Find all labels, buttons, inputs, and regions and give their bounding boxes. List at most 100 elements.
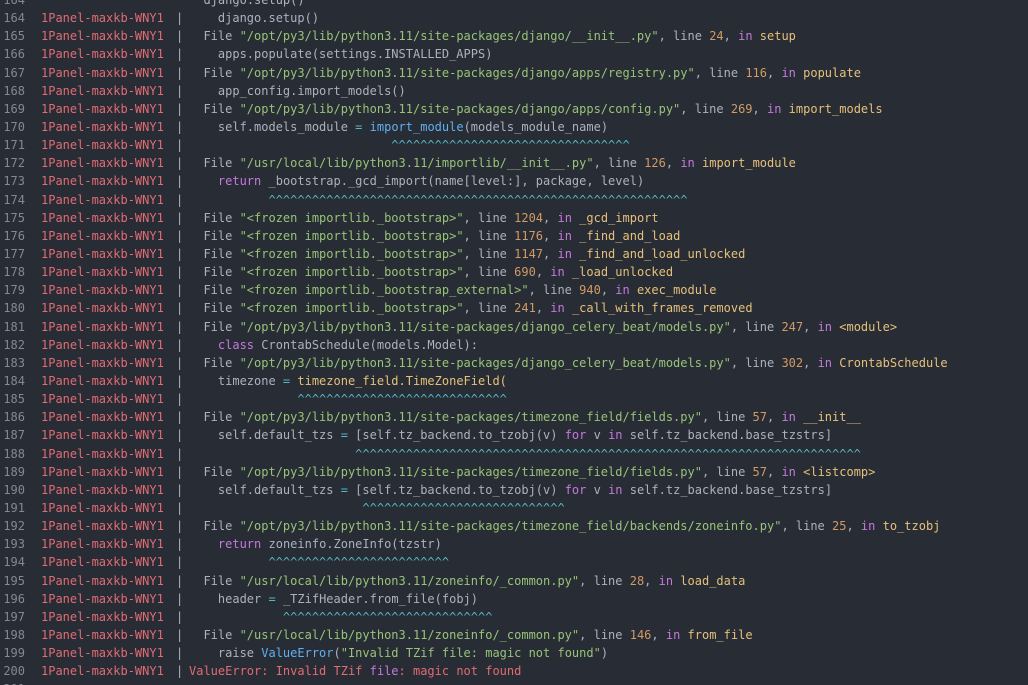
log-line: 189 1Panel-maxkb-WNY1 | File "/opt/py3/lib… [0,463,1028,481]
line-number: 199 [3,646,25,661]
container-name: 1Panel-maxkb-WNY1 [41,591,164,606]
container-name: 1Panel-maxkb-WNY1 [41,500,164,515]
log-line: 182 1Panel-maxkb-WNY1 | class CrontabSched… [0,336,1028,354]
log-line: 183 1Panel-maxkb-WNY1 | File "/opt/py3/lib… [0,354,1028,372]
log-line: 186 1Panel-maxkb-WNY1 | File "/opt/py3/lib… [0,408,1028,426]
container-name: 1Panel-maxkb-WNY1 [41,464,164,479]
line-number: 197 [3,609,25,624]
container-name: 1Panel-maxkb-WNY1 [41,83,164,98]
line-number: 180 [3,301,25,316]
log-message: File "/opt/py3/lib/python3.11/site-packa… [189,355,948,370]
log-message: ^^^^^^^^^^^^^^^^^^^^^^^^^^^^^ [189,609,493,624]
container-name: 1Panel-maxkb-WNY1 [41,609,164,624]
log-line: 197 1Panel-maxkb-WNY1 | ^^^^^^^^^^^^^^^^^^… [0,608,1028,626]
log-line: 201 [0,680,1028,685]
log-message: ^^^^^^^^^^^^^^^^^^^^^^^^^^^^ [189,500,565,515]
log-line: 196 1Panel-maxkb-WNY1 | header = _TZifHead… [0,590,1028,608]
log-message: app_config.import_models() [189,83,406,98]
line-number: 200 [3,664,25,679]
line-number: 164 [3,0,25,7]
line-number: 191 [3,500,25,515]
container-name: 1Panel-maxkb-WNY1 [41,246,164,261]
log-separator: | [176,192,184,207]
log-separator: | [176,246,184,261]
log-message: File "<frozen importlib._bootstrap_exter… [189,283,717,298]
container-name: 1Panel-maxkb-WNY1 [41,373,164,388]
line-number: 188 [3,446,25,461]
line-number: 172 [3,156,25,171]
line-number: 173 [3,174,25,189]
log-separator: | [176,319,184,334]
line-number: 182 [3,337,25,352]
log-message: File "<frozen importlib._bootstrap>", li… [189,210,659,225]
log-separator: | [176,174,184,189]
log-separator: | [176,519,184,534]
log-separator: | [176,573,184,588]
line-number: 181 [3,319,25,334]
container-name: 1Panel-maxkb-WNY1 [41,392,164,407]
log-line: 185 1Panel-maxkb-WNY1 | ^^^^^^^^^^^^^^^^^^… [0,390,1028,408]
line-number: 194 [3,555,25,570]
container-name: 1Panel-maxkb-WNY1 [41,410,164,425]
log-separator [176,0,189,9]
log-message: return _bootstrap._gcd_import(name[level… [217,174,645,189]
container-name: 1Panel-maxkb-WNY1 [41,65,164,80]
log-message: timezone = timezone_field.TimeZoneField( [189,373,507,388]
log-separator: | [176,392,184,407]
log-separator: | [176,373,184,388]
log-line: 169 1Panel-maxkb-WNY1 | File "/opt/py3/lib… [0,100,1028,118]
line-number: 187 [3,428,25,443]
log-lines: 164 django.setup() 164 1Panel-maxkb-WNY1 | … [0,0,1028,685]
log-separator: | [176,283,184,298]
log-message: File "<frozen importlib._bootstrap>", li… [189,301,753,316]
line-number: 183 [3,355,25,370]
line-number: 164 [3,11,25,26]
log-message: self.default_tzs = [self.tz_backend.to_t… [189,482,833,497]
container-name [25,0,176,9]
log-line: 188 1Panel-maxkb-WNY1 | ^^^^^^^^^^^^^^^^^^… [0,445,1028,463]
log-message: raise ValueError("Invalid TZif file: mag… [189,646,609,661]
log-message: class CrontabSchedule(models.Model): [217,337,478,352]
terminal-log-view[interactable]: 164 django.setup() 164 1Panel-maxkb-WNY1 | … [0,0,1028,685]
log-line: 195 1Panel-maxkb-WNY1 | File "/usr/local/l… [0,572,1028,590]
line-number: 177 [3,246,25,261]
log-separator: | [176,428,184,443]
line-number: 175 [3,210,25,225]
log-message: django.setup() [189,11,320,26]
line-number: 179 [3,283,25,298]
container-name: 1Panel-maxkb-WNY1 [41,428,164,443]
line-number: 165 [3,29,25,44]
log-separator: | [176,555,184,570]
log-message: File "<frozen importlib._bootstrap>", li… [189,265,674,280]
line-number: 168 [3,83,25,98]
log-separator: | [176,138,184,153]
container-name: 1Panel-maxkb-WNY1 [41,119,164,134]
log-message: ^^^^^^^^^^^^^^^^^^^^^^^^^^^^^^^^^^^^^^^^… [189,192,688,207]
log-separator: | [176,664,184,679]
log-message: File "/usr/local/lib/python3.11/importli… [189,156,796,171]
container-name: 1Panel-maxkb-WNY1 [41,210,164,225]
line-number: 195 [3,573,25,588]
log-line: 174 1Panel-maxkb-WNY1 | ^^^^^^^^^^^^^^^^^^… [0,191,1028,209]
log-message: django.setup() [203,0,305,7]
log-message: File "<frozen importlib._bootstrap>", li… [189,246,746,261]
container-name: 1Panel-maxkb-WNY1 [41,555,164,570]
log-separator: | [176,47,184,62]
container-name: 1Panel-maxkb-WNY1 [41,319,164,334]
log-message: File "/opt/py3/lib/python3.11/site-packa… [189,410,861,425]
line-number: 185 [3,392,25,407]
log-line: 184 1Panel-maxkb-WNY1 | timezone = timezon… [0,372,1028,390]
log-message: File "/opt/py3/lib/python3.11/site-packa… [189,519,941,534]
line-number: 189 [3,464,25,479]
log-message: File "/opt/py3/lib/python3.11/site-packa… [189,464,876,479]
line-number: 190 [3,482,25,497]
log-line: 175 1Panel-maxkb-WNY1 | File "<frozen impo… [0,209,1028,227]
log-line: 179 1Panel-maxkb-WNY1 | File "<frozen impo… [0,281,1028,299]
line-number: 166 [3,47,25,62]
log-line: 164 django.setup() [0,0,1028,9]
log-separator: | [176,156,184,171]
log-message: header = _TZifHeader.from_file(fobj) [189,591,479,606]
log-separator: | [176,29,184,44]
log-separator: | [176,265,184,280]
log-line: 187 1Panel-maxkb-WNY1 | self.default_tzs =… [0,426,1028,444]
